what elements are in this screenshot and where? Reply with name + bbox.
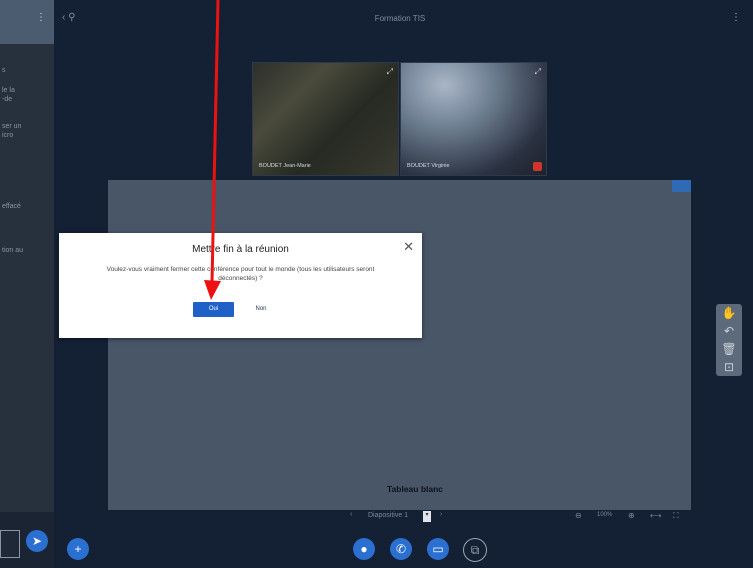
fit-width-icon[interactable]: ⟷ <box>650 511 661 520</box>
trash-icon[interactable]: 🗑 <box>716 340 742 358</box>
sidebar-header: ⋮ <box>0 0 54 44</box>
options-menu-icon[interactable]: ⋮ <box>731 12 741 23</box>
meeting-title: Formation TIS <box>374 14 426 23</box>
confirm-button[interactable]: Oui <box>193 302 234 317</box>
end-meeting-dialog: Mettre fin à la réunion ✕ Voulez-vous vr… <box>59 233 422 338</box>
zoom-controls: ⊖ 100% ⊕ ⟷ ⛶ <box>570 511 690 523</box>
previous-slide-icon[interactable]: ‹ <box>350 511 352 518</box>
chevron-down-icon[interactable]: ▾ <box>423 511 431 522</box>
close-icon[interactable]: ✕ <box>403 239 414 255</box>
next-slide-icon[interactable]: › <box>440 511 442 518</box>
whiteboard-menu-button[interactable] <box>672 180 691 192</box>
slide-selector[interactable]: Diapositive 1 <box>368 512 408 519</box>
expand-icon[interactable]: ⤢ <box>535 67 541 77</box>
slide-navigation: ‹ Diapositive 1 ▾ › <box>350 511 450 523</box>
sidebar-text-3: ser un icro <box>2 123 22 139</box>
camera-icon[interactable]: ▭ <box>427 538 449 560</box>
zoom-in-icon[interactable]: ⊕ <box>628 511 635 520</box>
sidebar-text-5: tion au <box>2 247 24 254</box>
sidebar-text-2: le la -de <box>2 87 15 103</box>
whiteboard-label: Tableau blanc <box>386 484 444 494</box>
sidebar-panel: s le la -de ser un icro effacé tion au <box>0 44 54 512</box>
dialog-message: Voulez-vous vraiment fermer cette confér… <box>106 266 375 282</box>
whiteboard[interactable] <box>108 180 691 510</box>
chat-input[interactable] <box>0 530 20 558</box>
add-icon[interactable]: + <box>67 538 89 560</box>
zoom-level: 100% <box>597 512 613 518</box>
participant-name: BOUDET Virginie <box>407 163 450 169</box>
zoom-out-icon[interactable]: ⊖ <box>575 511 582 520</box>
dialog-title: Mettre fin à la réunion <box>192 244 289 255</box>
chart-icon[interactable]: ⊡ <box>716 358 742 376</box>
undo-icon[interactable]: ↶ <box>716 322 742 340</box>
sidebar-text-4: effacé <box>2 203 21 210</box>
hand-icon[interactable]: ✋ <box>716 304 742 322</box>
mic-icon[interactable]: ● <box>353 538 375 560</box>
video-tile[interactable]: ⤢ BOUDET Virginie <box>400 62 547 176</box>
bottom-bar: + ● ✆ ▭ ⧉ <box>54 530 753 568</box>
sidebar-text-1: s <box>2 67 6 74</box>
fullscreen-icon[interactable]: ⛶ <box>673 511 679 521</box>
phone-icon[interactable]: ✆ <box>390 538 412 560</box>
kebab-menu-icon[interactable]: ⋮ <box>36 12 46 23</box>
expand-icon[interactable]: ⤢ <box>387 67 393 77</box>
screenshare-icon[interactable]: ⧉ <box>463 538 487 562</box>
mic-muted-icon <box>533 162 542 171</box>
send-icon[interactable]: ➤ <box>26 530 48 552</box>
video-tile[interactable]: ⤢ BOUDET Jean-Marie <box>252 62 399 176</box>
whiteboard-tools: ✋ ↶ 🗑 ⊡ <box>716 304 742 376</box>
participant-name: BOUDET Jean-Marie <box>259 163 311 169</box>
cancel-button[interactable]: Non <box>247 302 275 317</box>
people-back-icon[interactable]: ‹ ⚲ <box>62 12 75 23</box>
